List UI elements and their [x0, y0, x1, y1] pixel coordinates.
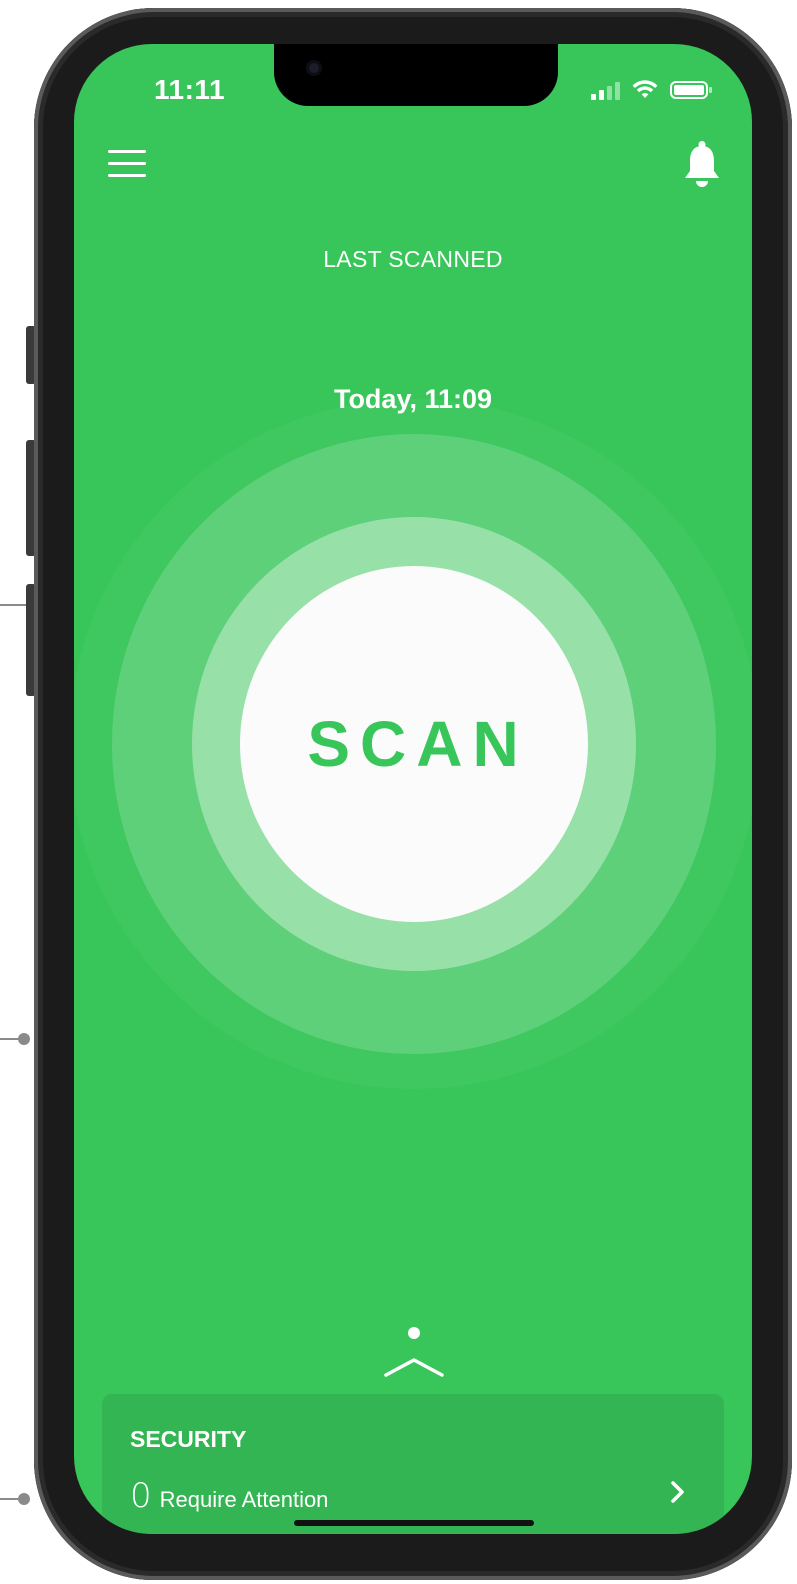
- menu-button[interactable]: [108, 150, 146, 180]
- attention-count: 0: [130, 1476, 152, 1516]
- front-camera: [306, 60, 322, 76]
- cellular-signal-icon: [591, 80, 620, 100]
- notch: [274, 44, 558, 106]
- scan-button-label: SCAN: [307, 708, 529, 780]
- attention-label: Require Attention: [159, 1487, 329, 1512]
- last-scanned-label: LAST SCANNED: [323, 246, 503, 272]
- chevron-right-icon: [671, 1481, 684, 1503]
- security-status: 0 Require Attention: [130, 1476, 328, 1516]
- expand-panel-handle[interactable]: [383, 1324, 445, 1380]
- security-title: SECURITY: [130, 1426, 247, 1452]
- home-indicator: [294, 1520, 534, 1526]
- scan-button[interactable]: SCAN: [240, 566, 588, 922]
- app-screen: 11:11 LAST SCANNED Today, 11:09 SCAN SEC…: [74, 44, 752, 1534]
- status-icons: [591, 80, 712, 100]
- leader-dot: [18, 1033, 30, 1045]
- battery-icon: [670, 81, 712, 99]
- notifications-button[interactable]: [682, 140, 722, 188]
- mockup-stage: 11:11 LAST SCANNED Today, 11:09 SCAN SEC…: [0, 0, 797, 1584]
- chevron-up-icon: [384, 1327, 444, 1377]
- leader-dot: [18, 1493, 30, 1505]
- bell-icon: [685, 141, 719, 187]
- security-card[interactable]: SECURITY 0 Require Attention: [102, 1394, 724, 1534]
- wifi-icon: [632, 80, 658, 98]
- status-time: 11:11: [154, 74, 226, 105]
